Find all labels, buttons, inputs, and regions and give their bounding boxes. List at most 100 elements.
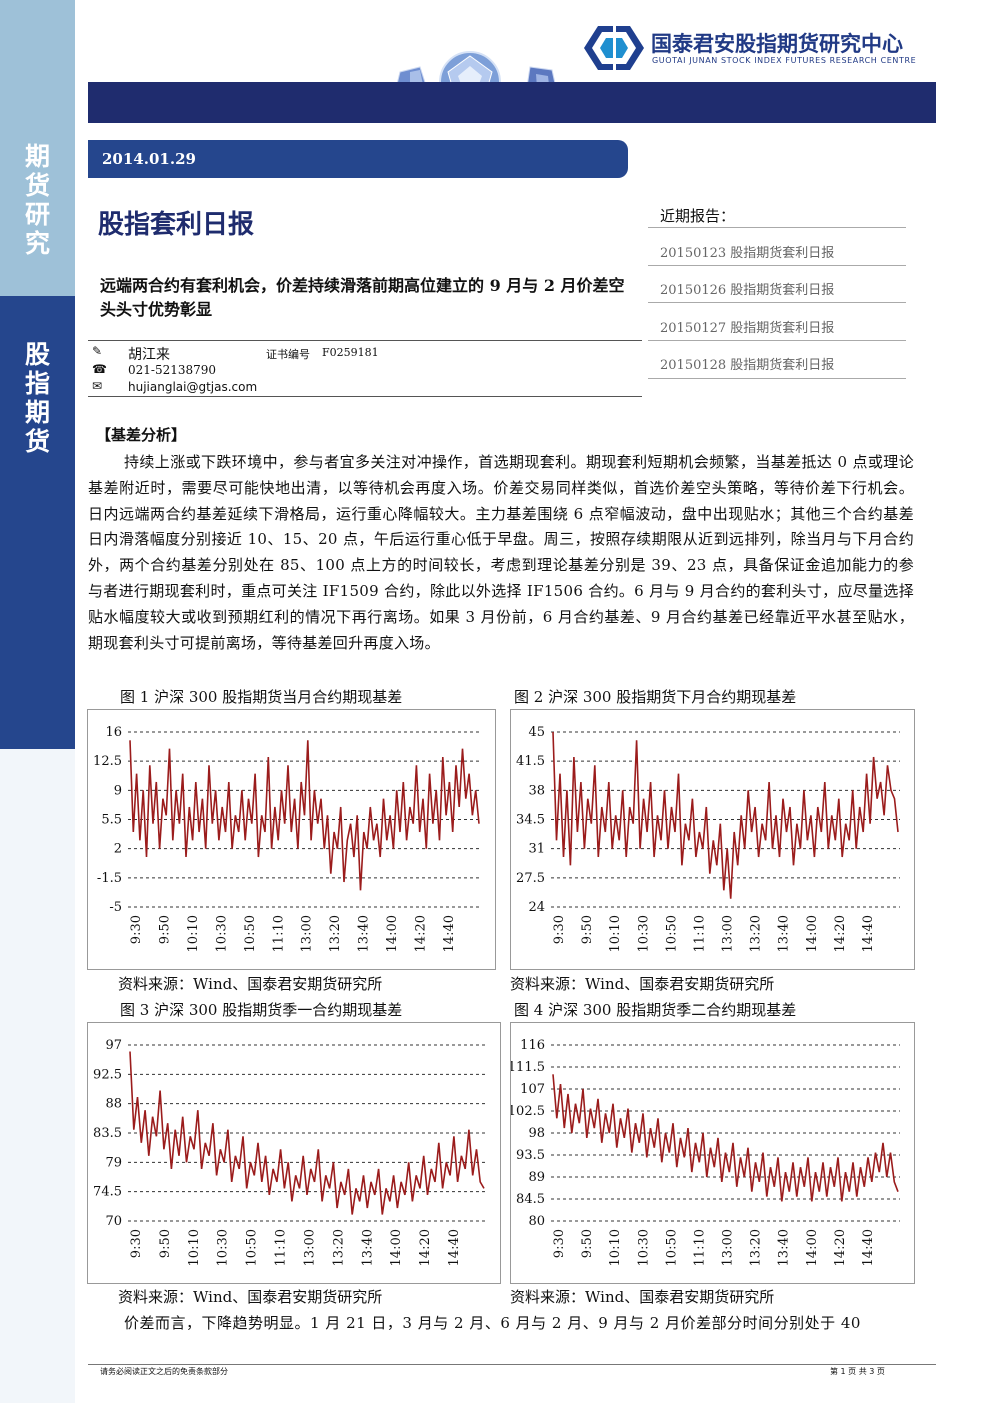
divider <box>648 302 906 303</box>
figure-4-title: 图 4 沪深 300 股指期货季二合约期现基差 <box>514 1001 797 1019</box>
y-tick-label: -5 <box>109 900 122 915</box>
sidebar-section-index-futures: 股 指 期 货 <box>0 340 75 456</box>
x-tick-label: 9:30 <box>129 915 144 944</box>
chart-svg: 97 92.5 88 83.5 79 74.5 70 9:30 9:50 10:10 10:30 10… <box>93 1038 486 1266</box>
y-tick-label: 97 <box>105 1038 122 1053</box>
y-tick-label: 38 <box>528 783 545 798</box>
x-tick-label: 13:00 <box>721 1229 736 1266</box>
sidebar-low-band <box>0 749 75 1403</box>
x-tick-label: 9:30 <box>129 1229 144 1258</box>
chart-svg: 16 12.5 9 5.5 2 -1.5 -5 9:30 9:50 10:10 10:30 10:50… <box>93 725 481 952</box>
pen-icon: ✎ <box>92 344 103 358</box>
y-tick-label: 83.5 <box>93 1126 122 1141</box>
x-tick-label: 10:30 <box>214 915 229 952</box>
x-tick-label: 14:20 <box>833 915 848 952</box>
y-tick-label: 45 <box>528 725 545 740</box>
recent-report-item[interactable]: 20150126 股指期货套利日报 <box>660 279 834 298</box>
x-tick-label: 13:00 <box>721 915 736 952</box>
sidebar: 期 货 研 究 股 指 期 货 <box>0 0 75 1403</box>
y-tick-label: 98 <box>528 1126 545 1141</box>
author-phone: 021-52138790 <box>128 363 217 377</box>
page-number: 第 1 页 共 3 页 <box>830 1367 885 1376</box>
x-tick-label: 10:30 <box>636 1229 651 1266</box>
author-email[interactable]: hujianglai@gtjas.com <box>128 380 257 394</box>
email-icon: ✉ <box>92 379 103 393</box>
y-tick-label: 102.5 <box>511 1104 545 1119</box>
chart-svg: 116 111.5 107 102.5 98 93.5 89 84.5 80 9:30 9:50 10… <box>511 1038 900 1266</box>
x-tick-label: 9:50 <box>157 915 172 944</box>
company-name-en: GUOTAI JUNAN STOCK INDEX FUTURES RESEARC… <box>652 56 917 65</box>
x-tick-label: 10:30 <box>636 915 651 952</box>
x-tick-label: 13:20 <box>328 915 343 952</box>
y-tick-label: 16 <box>105 725 122 740</box>
figure-1-source: 资料来源：Wind、国泰君安期货研究所 <box>118 975 383 993</box>
x-tick-label: 9:30 <box>552 1229 567 1258</box>
x-tick-label: 14:20 <box>418 1229 433 1266</box>
x-tick-label: 9:50 <box>580 1229 595 1258</box>
x-tick-label: 10:10 <box>186 915 201 952</box>
x-tick-label: 11:10 <box>274 1229 289 1266</box>
y-tick-label: 70 <box>105 1214 122 1229</box>
y-tick-label: 80 <box>528 1214 545 1229</box>
figure-3-source: 资料来源：Wind、国泰君安期货研究所 <box>118 1288 383 1306</box>
y-tick-label: 12.5 <box>93 754 122 769</box>
x-tick-label: 13:00 <box>300 915 315 952</box>
x-tick-label: 9:30 <box>552 915 567 944</box>
x-tick-label: 14:00 <box>805 915 820 952</box>
x-tick-label: 10:10 <box>187 1229 202 1266</box>
chart-1: 16 12.5 9 5.5 2 -1.5 -5 9:30 9:50 10:10 10:30 10:50… <box>87 709 496 970</box>
x-tick-label: 14:40 <box>442 915 457 952</box>
x-tick-label: 11:10 <box>271 915 286 952</box>
y-tick-label: 9 <box>114 783 122 798</box>
x-tick-label: 14:20 <box>414 915 429 952</box>
y-tick-label: 111.5 <box>511 1060 545 1075</box>
y-tick-label: 5.5 <box>101 813 122 828</box>
sidebar-char: 指 <box>24 369 50 398</box>
divider <box>648 378 906 379</box>
cert-label: 证书编号 <box>266 348 310 361</box>
x-tick-label: 13:00 <box>302 1229 317 1266</box>
y-tick-label: 27.5 <box>516 871 545 886</box>
cert-number: F0259181 <box>322 346 379 359</box>
sidebar-char: 期 <box>24 398 50 427</box>
sidebar-char: 货 <box>24 171 50 200</box>
footer-disclaimer: 请务必阅读正文之后的免责条款部分 <box>100 1367 228 1376</box>
sidebar-section-futures-research: 期 货 研 究 <box>0 142 75 258</box>
divider <box>648 340 906 341</box>
recent-report-item[interactable]: 20150123 股指期货套利日报 <box>660 242 834 261</box>
divider <box>648 227 906 228</box>
x-tick-label: 13:40 <box>777 1229 792 1266</box>
sidebar-char: 究 <box>24 229 50 258</box>
figure-1-title: 图 1 沪深 300 股指期货当月合约期现基差 <box>120 688 403 706</box>
series-line <box>552 1074 899 1202</box>
series-line <box>552 731 899 899</box>
company-name-cn: 国泰君安股指期货研究中心 <box>651 32 903 56</box>
y-tick-label: 92.5 <box>93 1067 122 1082</box>
footer-divider <box>88 1364 936 1365</box>
chart-2: 45 41.5 38 34.5 31 27.5 24 9:30 9:50 10:10 10:30 10… <box>510 709 915 970</box>
x-tick-label: 10:10 <box>608 915 623 952</box>
report-title: 股指套利日报 <box>98 210 255 240</box>
figure-2-source: 资料来源：Wind、国泰君安期货研究所 <box>510 975 775 993</box>
divider <box>88 396 642 397</box>
guotai-junan-hexagon-logo <box>584 26 644 70</box>
sidebar-char: 股 <box>24 340 50 369</box>
y-tick-label: 34.5 <box>516 813 545 828</box>
figure-2-title: 图 2 沪深 300 股指期货下月合约期现基差 <box>514 688 797 706</box>
x-tick-label: 14:40 <box>447 1229 462 1266</box>
x-tick-label: 10:50 <box>664 915 679 952</box>
x-tick-label: 14:40 <box>861 1229 876 1266</box>
recent-report-item[interactable]: 20150128 股指期货套利日报 <box>660 354 834 373</box>
chart-4: 116 111.5 107 102.5 98 93.5 89 84.5 80 9:30 9:50 10… <box>510 1022 915 1284</box>
y-tick-label: 107 <box>520 1082 545 1097</box>
phone-icon: ☎ <box>92 362 107 376</box>
y-tick-label: 41.5 <box>516 754 545 769</box>
divider <box>648 265 906 266</box>
y-tick-label: 24 <box>528 900 545 915</box>
y-tick-label: 2 <box>114 842 122 857</box>
x-tick-label: 10:30 <box>216 1229 231 1266</box>
recent-report-item[interactable]: 20150127 股指期货套利日报 <box>660 317 834 336</box>
x-tick-label: 13:20 <box>331 1229 346 1266</box>
y-tick-label: 79 <box>105 1155 122 1170</box>
x-tick-label: 14:40 <box>861 915 876 952</box>
